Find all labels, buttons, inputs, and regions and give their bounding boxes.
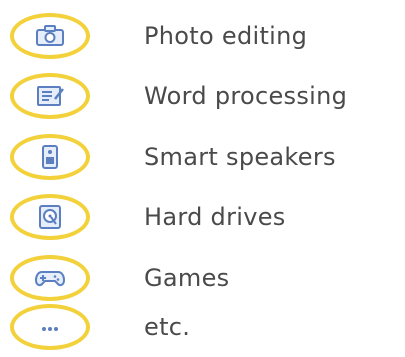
list-item-photo-editing: Photo editing bbox=[0, 6, 405, 66]
gamepad-icon bbox=[34, 271, 66, 287]
icon-badge bbox=[10, 304, 90, 350]
list-item-label: Games bbox=[144, 264, 230, 292]
list-item-label: Word processing bbox=[144, 82, 348, 110]
icon-badge bbox=[10, 73, 90, 119]
list-item-label: etc. bbox=[144, 313, 191, 341]
ellipsis-icon bbox=[42, 327, 58, 331]
list-item-label: Hard drives bbox=[144, 203, 286, 231]
icon-badge bbox=[10, 13, 90, 59]
icon-badge bbox=[10, 134, 90, 180]
list-item-etc: etc. bbox=[0, 297, 405, 357]
list-item-word-processing: Word processing bbox=[0, 66, 405, 126]
icon-badge bbox=[10, 194, 90, 240]
use-case-list: Photo editing Word processing Smart spea… bbox=[0, 0, 405, 357]
list-item-hard-drives: Hard drives bbox=[0, 187, 405, 247]
camera-icon bbox=[36, 25, 64, 46]
list-item-label: Photo editing bbox=[144, 22, 308, 50]
speaker-icon bbox=[42, 145, 58, 169]
document-icon bbox=[37, 86, 64, 106]
list-item-label: Smart speakers bbox=[144, 143, 336, 171]
icon-badge bbox=[10, 255, 90, 301]
list-item-smart-speakers: Smart speakers bbox=[0, 127, 405, 187]
hard-drive-icon bbox=[39, 205, 61, 229]
